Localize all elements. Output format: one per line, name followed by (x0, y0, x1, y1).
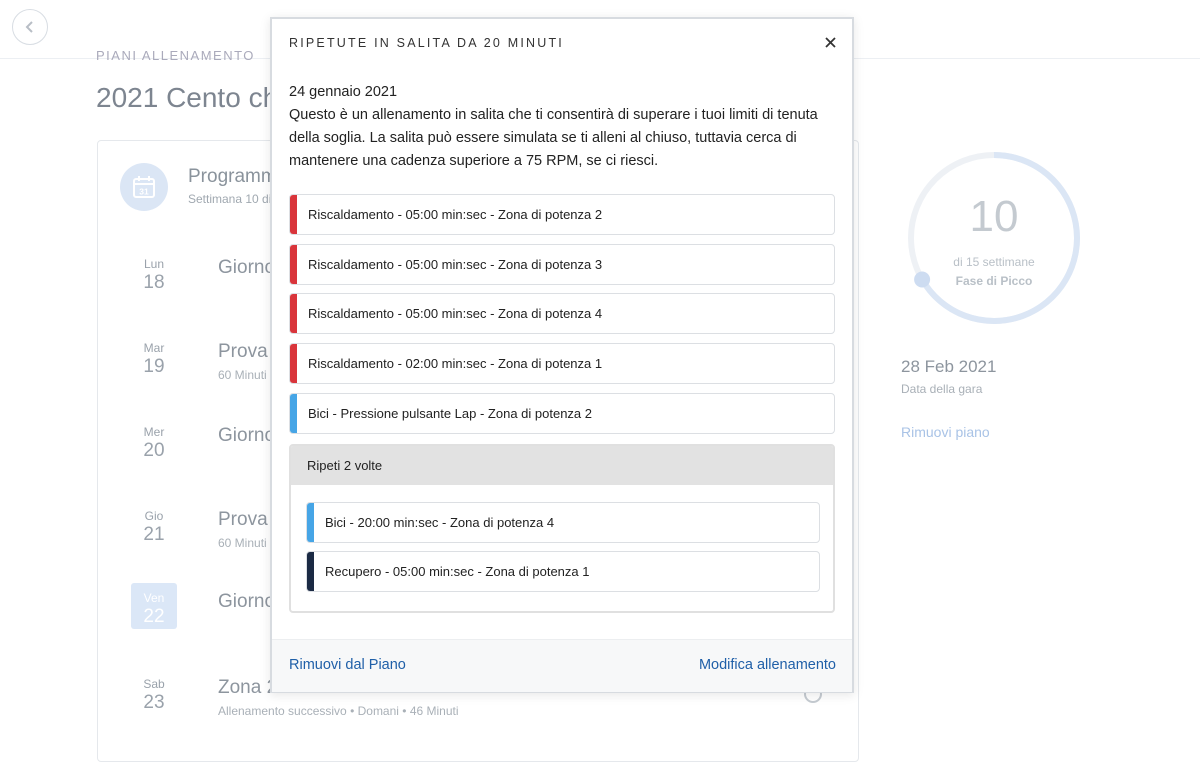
day-workout-meta: 60 Minuti (218, 536, 267, 550)
step-label: Riscaldamento - 02:00 min:sec - Zona di … (308, 356, 603, 371)
step-label: Riscaldamento - 05:00 min:sec - Zona di … (308, 257, 603, 272)
race-date: 28 Feb 2021 (901, 357, 997, 376)
workout-step: Riscaldamento - 05:00 min:sec - Zona di … (289, 194, 835, 235)
day-weekday: Mer (143, 425, 165, 439)
current-week: 10 (969, 192, 1019, 241)
modal-footer: Rimuovi dal Piano Modifica allenamento (272, 639, 852, 692)
calendar-icon: 31 (133, 176, 155, 198)
zone-color-bar (290, 245, 297, 284)
day-weekday: Lun (143, 257, 165, 271)
day-date: Mer 20 (131, 417, 177, 463)
day-date: Sab 23 (131, 669, 177, 715)
day-number: 22 (143, 606, 165, 627)
day-date: Gio 21 (131, 501, 177, 547)
step-label: Bici - Pressione pulsante Lap - Zona di … (308, 406, 593, 421)
workout-step: Bici - 20:00 min:sec - Zona di potenza 4 (306, 502, 820, 543)
calendar-badge: 31 (120, 163, 168, 211)
day-weekday: Gio (144, 509, 164, 523)
day-number: 23 (143, 692, 165, 713)
workout-description: 24 gennaio 2021 Questo è un allenamento … (289, 81, 829, 173)
day-workout-name: Prova (218, 509, 268, 530)
repeat-header: Ripeti 2 volte (291, 446, 833, 485)
race-date-label: Data della gara (901, 382, 983, 396)
step-label: Riscaldamento - 05:00 min:sec - Zona di … (308, 306, 603, 321)
workout-step: Bici - Pressione pulsante Lap - Zona di … (289, 393, 835, 434)
remove-from-plan-link[interactable]: Rimuovi dal Piano (289, 657, 406, 673)
step-label: Recupero - 05:00 min:sec - Zona di poten… (325, 564, 590, 579)
workout-date: 24 gennaio 2021 (289, 84, 398, 100)
zone-color-bar (307, 552, 314, 591)
phase-label: Fase di Picco (955, 274, 1033, 288)
remove-plan-link[interactable]: Rimuovi piano (901, 424, 990, 440)
zone-color-bar (290, 344, 297, 383)
day-weekday: Mar (143, 341, 165, 355)
breadcrumb: PIANI ALLENAMENTO (96, 48, 255, 63)
workout-modal: RIPETUTE IN SALITA DA 20 MINUTI 24 genna… (270, 17, 854, 693)
workout-text: Questo è un allenamento in salita che ti… (289, 107, 818, 169)
workout-step: Riscaldamento - 02:00 min:sec - Zona di … (289, 343, 835, 384)
day-number: 21 (143, 524, 165, 545)
day-date: Lun 18 (131, 249, 177, 295)
zone-color-bar (290, 394, 297, 433)
week-total: di 15 settimane (953, 255, 1035, 269)
day-weekday: Sab (143, 677, 165, 691)
step-label: Riscaldamento - 05:00 min:sec - Zona di … (308, 207, 603, 222)
close-button[interactable] (820, 32, 840, 52)
modal-title: RIPETUTE IN SALITA DA 20 MINUTI (289, 36, 564, 50)
day-workout-meta: Allenamento successivo • Domani • 46 Min… (218, 704, 459, 718)
back-arrow-icon (25, 21, 33, 33)
step-label: Bici - 20:00 min:sec - Zona di potenza 4 (325, 515, 555, 530)
zone-color-bar (290, 195, 297, 234)
back-button[interactable] (12, 9, 48, 45)
day-number: 18 (143, 272, 165, 293)
day-workout-name: Prova (218, 341, 268, 362)
day-date-today: Ven 22 (131, 583, 177, 629)
zone-color-bar (290, 294, 297, 333)
day-workout-meta: 60 Minuti (218, 368, 267, 382)
day-number: 19 (143, 356, 165, 377)
workout-step: Recupero - 05:00 min:sec - Zona di poten… (306, 551, 820, 592)
zone-color-bar (307, 503, 314, 542)
day-workout-name: Zona 2 (218, 677, 278, 698)
repeat-block: Ripeti 2 volte Bici - 20:00 min:sec - Zo… (289, 444, 835, 613)
svg-text:31: 31 (139, 187, 149, 197)
workout-step: Riscaldamento - 05:00 min:sec - Zona di … (289, 244, 835, 285)
day-date: Mar 19 (131, 333, 177, 379)
edit-workout-link[interactable]: Modifica allenamento (699, 657, 836, 673)
workout-step: Riscaldamento - 05:00 min:sec - Zona di … (289, 293, 835, 334)
day-number: 20 (143, 440, 165, 461)
close-icon (824, 36, 836, 48)
day-weekday: Ven (143, 591, 165, 605)
repeat-label: Ripeti 2 volte (307, 458, 383, 473)
